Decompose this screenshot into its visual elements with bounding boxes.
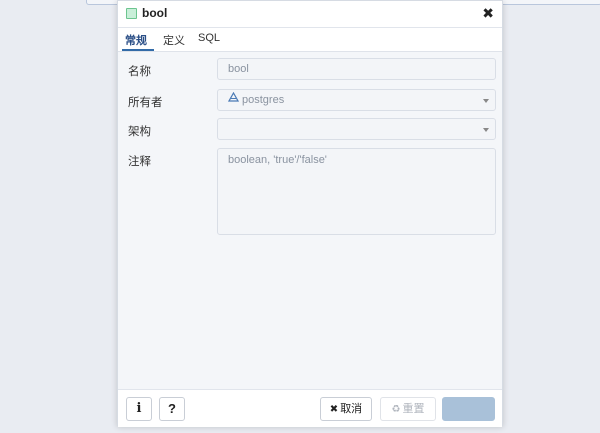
name-field[interactable]: bool	[217, 58, 496, 80]
schema-select[interactable]	[217, 118, 496, 140]
chevron-down-icon	[483, 99, 489, 103]
close-button[interactable]: ✖	[482, 5, 494, 21]
name-value: bool	[228, 63, 249, 75]
comment-label: 注释	[128, 156, 151, 168]
form-panel: 名称 bool 所有者 postgres 架构 注释 boolean, 'tru…	[118, 52, 502, 389]
tab-general[interactable]: 常规	[125, 32, 147, 48]
comment-textarea[interactable]: boolean, 'true'/'false'	[217, 148, 496, 235]
cancel-button[interactable]: ✖ 取消	[320, 397, 372, 421]
comment-value: boolean, 'true'/'false'	[228, 154, 327, 166]
close-icon: ✖	[329, 404, 339, 415]
owner-select[interactable]: postgres	[217, 89, 496, 111]
save-button[interactable]	[442, 397, 495, 421]
user-role-icon	[227, 89, 240, 109]
dialog-title: bool	[142, 6, 168, 20]
reset-label: 重置	[402, 403, 425, 415]
owner-value: postgres	[242, 94, 285, 106]
cancel-label: 取消	[340, 403, 363, 415]
help-button[interactable]: ?	[159, 397, 185, 421]
recycle-icon: ♻	[391, 404, 401, 415]
type-icon	[126, 8, 137, 19]
reset-button[interactable]: ♻ 重置	[380, 397, 436, 421]
name-label: 名称	[128, 66, 151, 78]
properties-dialog: bool ✖ 常规 定义 SQL 名称 bool 所有者 postgres 架构	[117, 0, 503, 427]
active-tab-indicator	[122, 49, 154, 51]
owner-label: 所有者	[128, 97, 163, 109]
dialog-footer: i ? ✖ 取消 ♻ 重置	[118, 389, 502, 427]
tab-sql[interactable]: SQL	[198, 32, 220, 44]
info-button[interactable]: i	[126, 397, 152, 421]
dialog-title-bar: bool ✖	[118, 1, 502, 28]
schema-label: 架构	[128, 126, 151, 138]
chevron-down-icon	[483, 128, 489, 132]
tab-bar: 常规 定义 SQL	[118, 27, 502, 52]
tab-definition[interactable]: 定义	[163, 32, 185, 48]
